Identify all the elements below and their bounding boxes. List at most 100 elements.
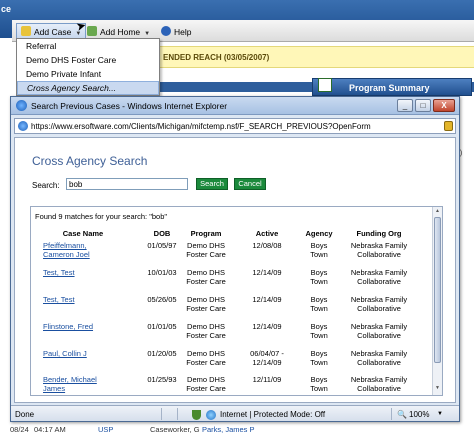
checklist-icon xyxy=(318,78,332,92)
agency-cell: Boys Town xyxy=(310,268,328,286)
program-cell: Demo DHS Foster Care xyxy=(186,268,226,286)
program-cell: Demo DHS Foster Care xyxy=(186,241,226,259)
menu-item-demo-dhs-foster-care[interactable]: Demo DHS Foster Care xyxy=(17,53,159,67)
case-name-link[interactable]: Pfeiffelmann, Cameron Joel xyxy=(43,241,109,259)
chevron-down-icon[interactable]: ▼ xyxy=(437,411,443,417)
table-row: Paul, Collin J 01/20/05 Demo DHS Foster … xyxy=(31,349,431,375)
case-name-link[interactable]: Test, Test xyxy=(43,268,109,277)
background-bottom-row: 08/24 04:17 AM USP Caseworker, G Parks, … xyxy=(0,420,474,438)
case-name-link[interactable]: Flinstone, Fred xyxy=(43,322,109,331)
search-input[interactable] xyxy=(66,178,188,190)
active-cell: 12/14/09 xyxy=(252,295,282,304)
divider xyxy=(161,408,162,420)
address-bar[interactable]: https://www.ersoftware.com/Clients/Michi… xyxy=(14,118,456,134)
column-header-active: Active xyxy=(255,229,279,238)
column-header-dob: DOB xyxy=(153,229,171,238)
menu-item-referral[interactable]: Referral xyxy=(17,39,159,53)
zone-text: Internet | Protected Mode: Off xyxy=(220,410,326,419)
dob-cell: 01/01/05 xyxy=(147,322,177,331)
column-header-funding-org: Funding Org xyxy=(356,229,402,238)
scroll-up-icon[interactable]: ▲ xyxy=(434,208,441,215)
internet-explorer-icon xyxy=(16,100,27,111)
add-case-dropdown-menu: Referral Demo DHS Foster Care Demo Priva… xyxy=(16,38,160,96)
window-title-bar: Search Previous Cases - Windows Internet… xyxy=(11,97,459,115)
results-panel: Found 9 matches for your search: "bob" C… xyxy=(30,206,443,396)
scroll-down-icon[interactable]: ▼ xyxy=(434,385,441,392)
program-summary-tab[interactable]: Program Summary xyxy=(312,78,472,96)
zoom-icon[interactable]: 🔍 xyxy=(397,410,407,419)
window-title: Search Previous Cases - Windows Internet… xyxy=(31,101,228,111)
funding-cell: Nebraska Family Collaborative xyxy=(350,349,408,367)
dob-cell: 10/01/03 xyxy=(147,268,177,277)
active-cell: 12/14/09 xyxy=(252,322,282,331)
agency-cell: Boys Town xyxy=(310,322,328,340)
program-cell: Demo DHS Foster Care xyxy=(186,349,226,367)
funding-cell: Nebraska Family Collaborative xyxy=(350,241,408,259)
home-icon xyxy=(87,26,97,36)
page-title: Cross Agency Search xyxy=(32,154,148,168)
lock-icon[interactable] xyxy=(444,121,453,131)
program-cell: Demo DHS Foster Care xyxy=(186,375,226,393)
dob-cell: 01/05/97 xyxy=(147,241,177,250)
table-row: Bender, Michael James 01/25/93 Demo DHS … xyxy=(31,375,431,395)
folder-icon xyxy=(21,26,31,36)
close-button[interactable]: X xyxy=(433,99,455,112)
table-row: Flinstone, Fred 01/01/05 Demo DHS Foster… xyxy=(31,322,431,348)
reach-banner: ENDED REACH (03/05/2007) xyxy=(160,46,474,68)
maximize-button[interactable]: □ xyxy=(415,99,431,112)
agency-cell: Boys Town xyxy=(310,241,328,259)
column-header-case-name: Case Name xyxy=(62,229,104,238)
ie-window: Search Previous Cases - Windows Internet… xyxy=(10,96,460,422)
search-label: Search: xyxy=(32,181,60,190)
table-row: Test, Test 05/26/05 Demo DHS Foster Care… xyxy=(31,295,431,321)
cancel-button[interactable]: Cancel xyxy=(234,178,266,190)
active-cell: 06/04/07 - 12/14/09 xyxy=(250,349,284,367)
menu-item-demo-private-infant[interactable]: Demo Private Infant xyxy=(17,67,159,81)
search-button[interactable]: Search xyxy=(196,178,228,190)
table-row: Test, Test 10/01/03 Demo DHS Foster Care… xyxy=(31,268,431,294)
agency-cell: Boys Town xyxy=(310,295,328,313)
dob-cell: 01/25/93 xyxy=(147,375,177,384)
url-text[interactable]: https://www.ersoftware.com/Clients/Michi… xyxy=(31,122,371,131)
dob-cell: 05/26/05 xyxy=(147,295,177,304)
help-button[interactable]: Help xyxy=(156,23,196,39)
program-cell: Demo DHS Foster Care xyxy=(186,322,226,340)
app-logo-fragment: ce xyxy=(1,4,12,14)
help-icon xyxy=(161,26,171,36)
active-cell: 12/11/09 xyxy=(252,375,282,384)
funding-cell: Nebraska Family Collaborative xyxy=(350,375,408,393)
protected-mode-icon xyxy=(192,410,201,420)
results-scrollbar[interactable]: ▲ ▼ xyxy=(432,207,442,395)
status-bar: Done Internet | Protected Mode: Off 🔍 10… xyxy=(11,405,459,421)
globe-icon xyxy=(206,410,216,420)
active-cell: 12/14/09 xyxy=(252,268,282,277)
funding-cell: Nebraska Family Collaborative xyxy=(350,295,408,313)
bottom-tag-link[interactable]: USP xyxy=(98,425,113,434)
case-name-link[interactable]: Test, Test xyxy=(43,295,109,304)
agency-cell: Boys Town xyxy=(310,375,328,393)
menu-item-cross-agency-search[interactable]: Cross Agency Search... xyxy=(17,81,159,95)
dob-cell: 01/20/05 xyxy=(147,349,177,358)
chevron-down-icon: ▼ xyxy=(144,31,151,37)
scroll-thumb[interactable] xyxy=(434,217,441,363)
active-cell: 12/08/08 xyxy=(252,241,282,250)
divider xyxy=(177,408,178,420)
status-text: Done xyxy=(15,410,35,419)
add-home-button[interactable]: Add Home ▼ xyxy=(82,23,155,39)
bottom-name-link[interactable]: Parks, James P xyxy=(202,425,255,434)
funding-cell: Nebraska Family Collaborative xyxy=(350,322,408,340)
page-icon xyxy=(18,121,28,131)
case-name-link[interactable]: Paul, Collin J xyxy=(43,349,109,358)
divider xyxy=(391,408,392,420)
table-row: Pfeiffelmann, Cameron Joel 01/05/97 Demo… xyxy=(31,241,431,267)
funding-cell: Nebraska Family Collaborative xyxy=(350,268,408,286)
column-header-agency: Agency xyxy=(305,229,333,238)
column-header-program: Program xyxy=(190,229,222,238)
program-cell: Demo DHS Foster Care xyxy=(186,295,226,313)
agency-cell: Boys Town xyxy=(310,349,328,367)
page-content: Cross Agency Search Search: Search Cance… xyxy=(14,137,456,403)
case-name-link[interactable]: Bender, Michael James xyxy=(43,375,109,393)
results-summary: Found 9 matches for your search: "bob" xyxy=(35,212,168,221)
zoom-level[interactable]: 100% xyxy=(409,410,429,419)
minimize-button[interactable]: _ xyxy=(397,99,413,112)
